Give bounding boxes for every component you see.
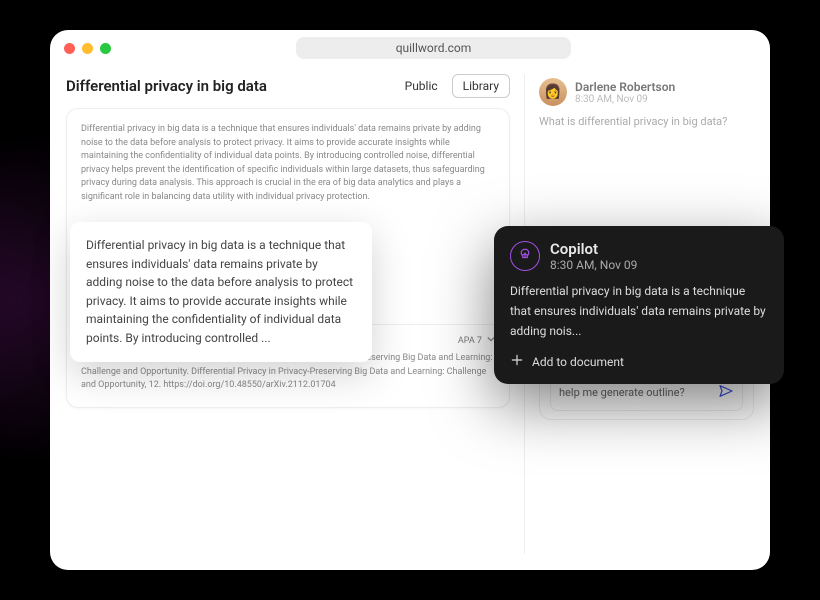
copilot-meta: Copilot 8:30 AM, Nov 09: [550, 240, 637, 272]
document-body: Differential privacy in big data is a te…: [81, 123, 495, 204]
user-meta: Darlene Robertson 8:30 AM, Nov 09: [575, 80, 675, 105]
hover-excerpt-text: Differential privacy in big data is a te…: [86, 238, 353, 345]
copilot-time: 8:30 AM, Nov 09: [550, 258, 637, 272]
copilot-icon: [510, 241, 540, 271]
user-message-time: 8:30 AM, Nov 09: [575, 94, 675, 105]
citation-style-label: APA 7: [458, 336, 482, 346]
visibility-tabs: Public Library: [399, 74, 510, 98]
citation-style-selector[interactable]: APA 7: [458, 335, 495, 346]
titlebar: quillword.com: [50, 30, 770, 66]
close-window-button[interactable]: [64, 43, 75, 54]
document-title: Differential privacy in big data: [66, 77, 267, 95]
document-header: Differential privacy in big data Public …: [66, 74, 510, 98]
user-name: Darlene Robertson: [575, 80, 675, 94]
copilot-header: Copilot 8:30 AM, Nov 09: [510, 240, 768, 272]
address-bar[interactable]: quillword.com: [296, 37, 572, 59]
prompt-input-text: help me generate outline?: [559, 386, 685, 399]
copilot-body: Differential privacy in big data is a te…: [510, 282, 768, 341]
minimize-window-button[interactable]: [82, 43, 93, 54]
window-controls: [64, 43, 111, 54]
send-icon[interactable]: [718, 383, 734, 402]
plus-icon: [510, 353, 524, 370]
avatar: 👩: [539, 78, 567, 106]
app-window: quillword.com Differential privacy in bi…: [50, 30, 770, 570]
tab-library[interactable]: Library: [452, 74, 510, 98]
user-message-body: What is differential privacy in big data…: [539, 114, 754, 129]
address-bar-wrap: quillword.com: [111, 37, 756, 59]
hover-excerpt-card: Differential privacy in big data is a te…: [70, 222, 372, 362]
add-to-document-button[interactable]: Add to document: [510, 353, 768, 370]
tab-public[interactable]: Public: [399, 75, 444, 97]
copilot-card: Copilot 8:30 AM, Nov 09 Differential pri…: [494, 226, 784, 384]
user-message-header: 👩 Darlene Robertson 8:30 AM, Nov 09: [539, 78, 754, 106]
add-to-document-label: Add to document: [532, 355, 624, 369]
maximize-window-button[interactable]: [100, 43, 111, 54]
copilot-title: Copilot: [550, 240, 637, 258]
